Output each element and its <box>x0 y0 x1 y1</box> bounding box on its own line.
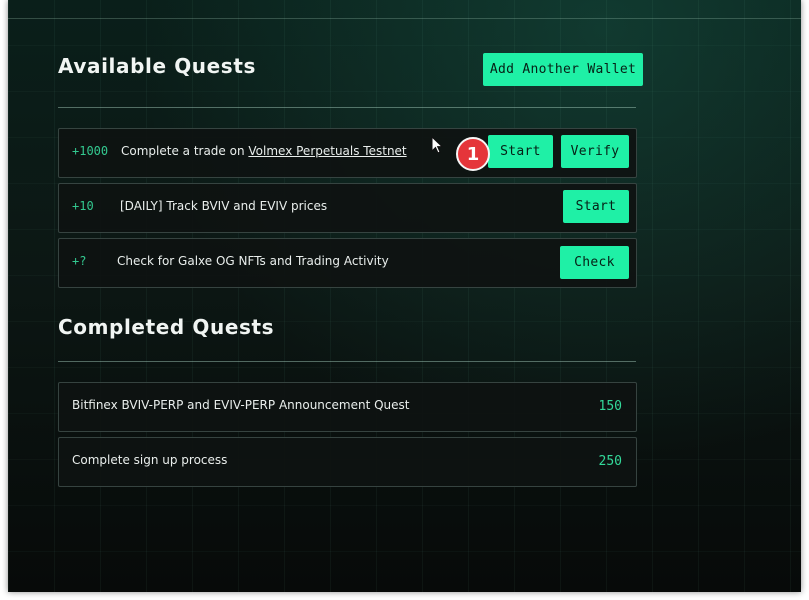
completed-quests-title: Completed Quests <box>58 315 275 339</box>
completed-divider <box>58 361 636 362</box>
add-another-wallet-button[interactable]: Add Another Wallet <box>483 53 643 86</box>
volmex-link[interactable]: Volmex Perpetuals Testnet <box>248 144 406 158</box>
completed-row-signup: Complete sign up process 250 <box>58 437 637 487</box>
start-button-trade[interactable]: Start <box>488 135 553 168</box>
start-button-daily[interactable]: Start <box>563 190 629 223</box>
quest-points: +10 <box>72 199 94 213</box>
completed-points: 150 <box>598 399 622 414</box>
completed-description: Bitfinex BVIV-PERP and EVIV-PERP Announc… <box>72 398 410 412</box>
available-quests-title: Available Quests <box>58 54 256 78</box>
quest-row-galxe: +? Check for Galxe OG NFTs and Trading A… <box>58 238 637 288</box>
background-grid <box>8 0 801 592</box>
quest-points: +1000 <box>72 144 109 158</box>
quest-points: +? <box>72 254 87 268</box>
mouse-cursor-icon <box>431 136 443 154</box>
quest-description: [DAILY] Track BVIV and EVIV prices <box>120 199 328 213</box>
quest-row-daily: +10 [DAILY] Track BVIV and EVIV prices <box>58 183 637 233</box>
quest-description: Complete a trade on Volmex Perpetuals Te… <box>121 144 407 158</box>
top-divider <box>8 18 801 19</box>
check-button[interactable]: Check <box>560 246 629 279</box>
verify-button[interactable]: Verify <box>561 135 629 168</box>
quest-description: Check for Galxe OG NFTs and Trading Acti… <box>117 254 389 268</box>
completed-description: Complete sign up process <box>72 453 228 467</box>
step-number-badge: 1 <box>456 137 490 171</box>
quests-panel <box>8 0 801 592</box>
completed-points: 250 <box>598 454 622 469</box>
available-divider <box>58 107 636 108</box>
quest-text: Complete a trade on <box>121 144 249 158</box>
completed-row-bitfinex: Bitfinex BVIV-PERP and EVIV-PERP Announc… <box>58 382 637 432</box>
